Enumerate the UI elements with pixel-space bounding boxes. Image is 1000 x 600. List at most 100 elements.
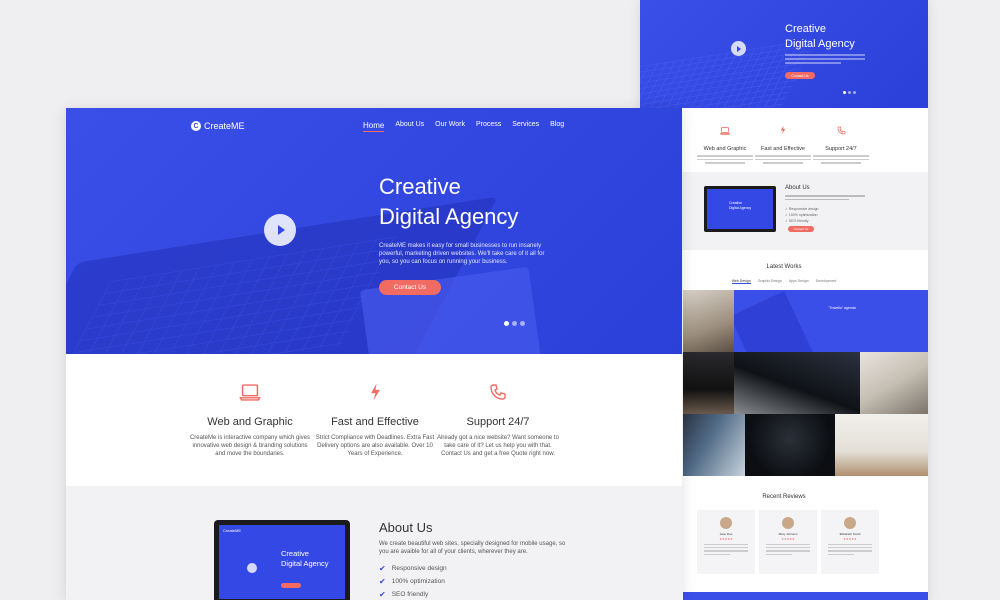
hero-title: Creative Digital Agency [379,172,518,232]
avatar [844,517,856,529]
check-icon: ✔ [379,590,386,599]
check-item: ✔ SEO friendly [379,590,429,599]
mobile-play-button[interactable] [731,41,746,56]
star-rating-icon: ★★★★★ [843,537,857,541]
lightning-icon [780,125,786,135]
brand-logo[interactable]: C CreateME [191,121,245,131]
slider-dot[interactable] [520,321,525,326]
check-item: ✔ Responsive design [379,564,447,573]
nav-our-work[interactable]: Our Work [435,121,465,132]
hero-title-line2: Digital Agency [379,204,519,229]
mobile-slider-dots [843,91,856,94]
mini-nav-brand: CreateME [223,528,242,533]
mobile-feature-title: Support 24/7 [825,146,857,152]
mobile-laptop-title: Creative Digital Agency [729,201,751,211]
portfolio-tile[interactable] [683,290,734,352]
top-nav: C CreateME Home About Us Our Work Proces… [66,116,682,140]
reviewer-name: Elizabeth Smith [839,532,861,536]
mini-contact-button [281,583,301,588]
phone-icon [490,384,506,400]
works-filters: Web Design Graphic Design Apps Design De… [640,279,928,284]
video-play-button[interactable] [264,214,296,246]
hero-title-line1: Creative [379,174,461,199]
feature-fast-effective: Fast and Effective Strict Compliance wit… [313,382,437,458]
mobile-hero: Creative Digital Agency Contact Us [640,0,928,108]
mobile-feature-support: Support 24/7 [806,122,876,164]
portfolio-tile[interactable] [683,352,734,414]
nav-home[interactable]: Home [363,121,385,132]
laptop-icon [719,127,731,135]
slider-dot[interactable] [848,91,851,94]
filter-apps-design[interactable]: Apps Design [789,279,809,284]
avatar [720,517,732,529]
phone-icon [837,126,845,135]
slider-dots [504,321,525,326]
portfolio-tile[interactable] [835,414,928,476]
main-menu: Home About Us Our Work Process Services … [363,121,564,132]
portfolio-tile[interactable] [860,352,928,414]
mobile-contact-button[interactable]: Contact Us [785,72,815,79]
mobile-about-section: Creative Digital Agency About Us ✓ Respo… [640,172,928,250]
slider-dot[interactable] [504,321,509,326]
portfolio-tile[interactable] [683,414,745,476]
nav-process[interactable]: Process [476,121,501,132]
logo-icon: C [191,121,201,131]
filter-web-design[interactable]: Web Design [731,279,751,284]
portfolio-tile[interactable] [745,414,835,476]
about-title: About Us [379,520,433,535]
brand-name: CreateME [204,121,245,131]
star-rating-icon: ★★★★★ [781,537,795,541]
check-item: ✔ 100% optimization [379,577,445,586]
nav-services[interactable]: Services [512,121,539,132]
desktop-preview: C CreateME Home About Us Our Work Proces… [66,108,682,600]
mini-hero-title-line2: Digital Agency [281,559,329,568]
mobile-about-title: About Us [785,185,810,191]
mobile-preview: Creative Digital Agency Contact Us Web a… [640,0,928,600]
review-card: Jane Doe ★★★★★ [697,510,755,574]
portfolio-tile-caption: "Travello" agenda [828,306,856,310]
mobile-hero-title: Creative Digital Agency [785,22,855,52]
mobile-features: Web and Graphic Fast and Effective Suppo… [640,108,928,172]
mobile-laptop-title-line2: Digital Agency [729,206,752,210]
slider-dot[interactable] [512,321,517,326]
about-section: CreateME Creative Digital Agency About U… [66,486,682,600]
review-card: Mary Johnson ★★★★★ [759,510,817,574]
mobile-check-item: ✓ SEO friendly [785,219,809,223]
slider-dot[interactable] [853,91,856,94]
mobile-about-button[interactable]: Contact Us [788,226,814,232]
feature-text: Already got a nice website? Want someone… [437,435,559,457]
mobile-hero-title-line1: Creative [785,23,826,35]
mobile-about-laptop: Creative Digital Agency [704,186,776,232]
feature-title: Fast and Effective [331,416,419,428]
about-description: We create beautiful web sites, specially… [379,541,566,555]
reviewer-name: Jane Doe [719,532,733,536]
avatar [782,517,794,529]
mini-play-icon [247,563,257,573]
mobile-hero-description [785,54,865,64]
review-card: Elizabeth Smith ★★★★★ [821,510,879,574]
lightning-icon [370,383,380,401]
hero-description: CreateME makes it easy for small busines… [379,243,545,265]
filter-graphic-design[interactable]: Graphic Design [758,279,782,284]
feature-title: Web and Graphic [207,416,293,428]
play-icon [277,225,285,235]
about-laptop-image: CreateME Creative Digital Agency [214,520,350,600]
feature-text: CreateMe is interactive company which gi… [189,435,311,457]
mobile-footer-strip [683,592,928,600]
feature-text: Strict Compliance with Deadlines. Extra … [315,435,435,457]
nav-about-us[interactable]: About Us [395,121,424,132]
nav-blog[interactable]: Blog [550,121,564,132]
features-section: Web and Graphic CreateMe is interactive … [66,354,682,486]
contact-us-button[interactable]: Contact Us [379,280,441,295]
feature-support: Support 24/7 Already got a nice website?… [436,382,560,458]
hero-section: C CreateME Home About Us Our Work Proces… [66,108,682,354]
mini-hero-title-line1: Creative [281,549,309,558]
portfolio-tile[interactable] [734,352,860,414]
portfolio-tile-featured[interactable]: "Travello" agenda [734,290,928,352]
reviewer-name: Mary Johnson [778,532,798,536]
mini-hero-title: Creative Digital Agency [281,549,329,569]
slider-dot[interactable] [843,91,846,94]
filter-development[interactable]: Development [816,279,837,284]
play-icon [737,45,741,52]
recent-reviews-title: Recent Reviews [762,494,806,500]
